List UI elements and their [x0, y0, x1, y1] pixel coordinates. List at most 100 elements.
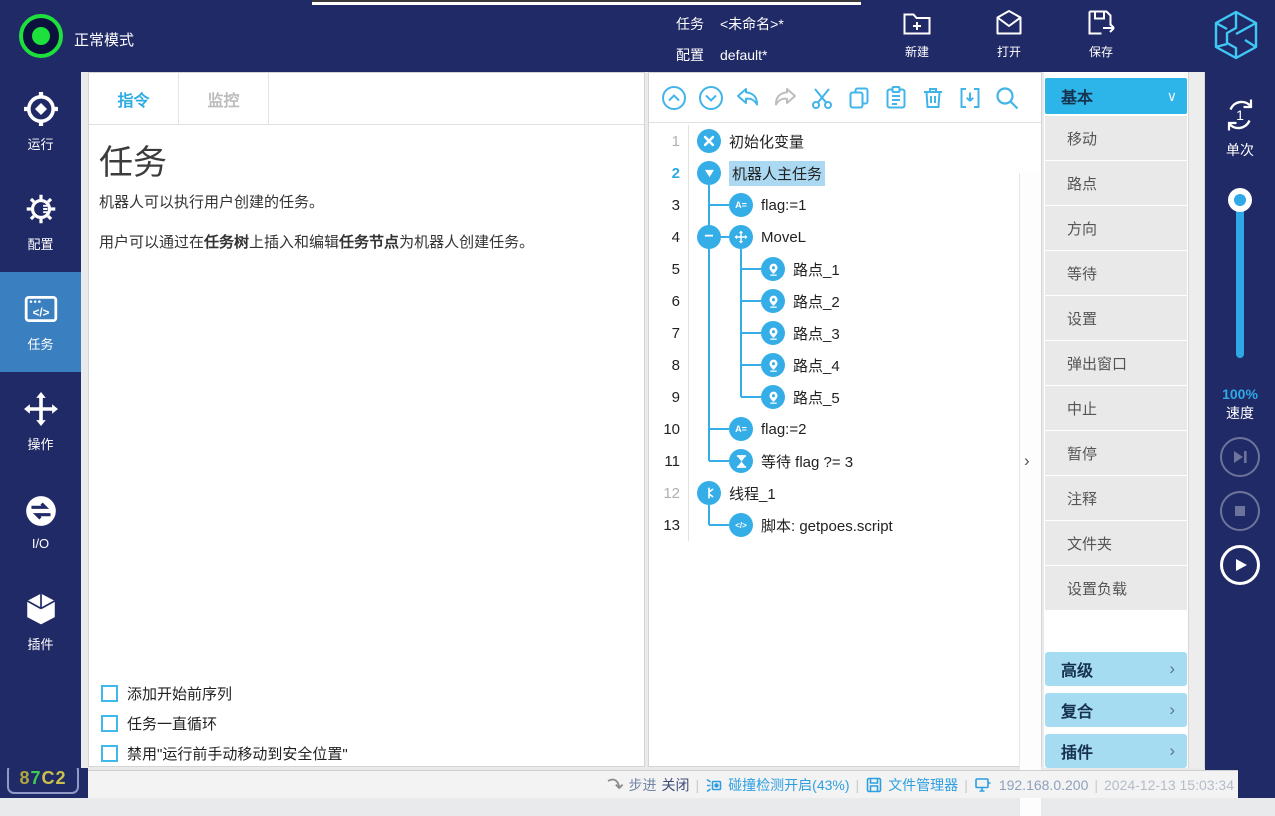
- command-items: 移动 路点 方向 等待 设置 弹出窗口 中止 暂停 注释 文件夹 设置负载: [1044, 115, 1188, 610]
- command-item[interactable]: 暂停: [1045, 431, 1187, 475]
- tree-node-row[interactable]: 2 机器人主任务: [649, 157, 1041, 189]
- checkbox-row: 任务一直循环: [101, 708, 348, 738]
- copy-icon[interactable]: [846, 85, 872, 111]
- tree-node-row[interactable]: 12 线程_1: [649, 477, 1041, 509]
- undo-icon[interactable]: [735, 85, 761, 111]
- line-number: 2: [649, 157, 689, 189]
- chevron-right-icon[interactable]: ›: [1024, 451, 1030, 471]
- command-item[interactable]: 中止: [1045, 386, 1187, 430]
- command-group-button[interactable]: 复合 ›: [1045, 693, 1187, 727]
- tree-connector: [740, 249, 742, 397]
- sidebar-item[interactable]: </> 任务: [0, 272, 81, 372]
- top-bar: 正常模式 任务 <未命名>* 配置 default* 新建 打开 保存: [0, 0, 1275, 72]
- task-file-label: 任务: [676, 14, 720, 34]
- delete-icon[interactable]: [920, 85, 946, 111]
- tree-node-row[interactable]: 1 初始化变量: [649, 125, 1041, 157]
- chevron-right-icon: ›: [1169, 659, 1175, 679]
- node-label: 机器人主任务: [729, 161, 825, 186]
- tree-connector: [741, 364, 761, 366]
- tab-instruction[interactable]: 指令: [89, 73, 179, 124]
- window-artifact-strip: [312, 0, 861, 5]
- top-action-button[interactable]: 打开: [982, 8, 1036, 60]
- search-icon[interactable]: [994, 85, 1020, 111]
- io-icon: [23, 493, 59, 529]
- tree-connector: [709, 204, 729, 206]
- config-file-label: 配置: [676, 45, 720, 65]
- tree-connector: [709, 524, 729, 526]
- step-mode-icon: [606, 776, 624, 794]
- task-tree: − 1 初始化变量 2 机器人主任务: [649, 123, 1041, 766]
- command-item[interactable]: 设置负载: [1045, 566, 1187, 610]
- config-icon: [23, 191, 59, 227]
- cut-icon[interactable]: [809, 85, 835, 111]
- run-icon: [23, 91, 59, 127]
- move-icon: [729, 225, 753, 249]
- cycle-mode-label: 单次: [1205, 140, 1275, 160]
- tab-monitor[interactable]: 监控: [179, 73, 269, 124]
- top-action-button[interactable]: 保存: [1074, 8, 1128, 60]
- step-forward-button[interactable]: [1220, 437, 1260, 477]
- node-label: 线程_1: [729, 483, 776, 504]
- robot-ip: 192.168.0.200: [999, 777, 1089, 793]
- checkbox[interactable]: [101, 745, 118, 762]
- speed-slider-knob[interactable]: [1228, 188, 1252, 212]
- collision-status[interactable]: 碰撞检测开启(43%): [705, 775, 849, 795]
- description-line-2: 用户可以通过在任务树上插入和编辑任务节点为机器人创建任务。: [99, 231, 534, 252]
- line-number: 5: [649, 253, 689, 285]
- collapse-node-button[interactable]: −: [697, 225, 721, 249]
- insert-icon[interactable]: [957, 85, 983, 111]
- sidebar-item[interactable]: 插件: [0, 572, 81, 672]
- command-category-header[interactable]: 基本 ∨: [1045, 78, 1187, 114]
- tree-connector: [741, 268, 761, 270]
- node-label: flag:=2: [761, 421, 806, 438]
- speed-percent: 100%: [1205, 386, 1275, 402]
- command-item[interactable]: 文件夹: [1045, 521, 1187, 565]
- command-groups: 高级 › 复合 › 插件 ›: [1044, 645, 1188, 768]
- badge-block: 87C2: [0, 768, 88, 798]
- checkbox[interactable]: [101, 715, 118, 732]
- file-manager[interactable]: 文件管理器: [865, 775, 958, 795]
- waypoint-icon: [761, 385, 785, 409]
- command-item[interactable]: 弹出窗口: [1045, 341, 1187, 385]
- config-file-value: default*: [720, 47, 767, 63]
- sidebar-item[interactable]: 配置: [0, 172, 81, 272]
- command-group-button[interactable]: 插件 ›: [1045, 734, 1187, 768]
- node-label: flag:=1: [761, 197, 806, 214]
- script-icon: </>: [729, 513, 753, 537]
- panel-expander[interactable]: ›: [1019, 173, 1041, 816]
- line-number: 11: [649, 445, 689, 477]
- save-file-icon: [1086, 8, 1116, 38]
- chevron-right-icon: ›: [1169, 741, 1175, 761]
- checkbox[interactable]: [101, 685, 118, 702]
- command-item[interactable]: 等待: [1045, 251, 1187, 295]
- node-label: 路点_2: [793, 291, 840, 312]
- waypoint-icon: [761, 257, 785, 281]
- tab-bar: 指令 监控: [89, 73, 644, 125]
- scrollbar-track[interactable]: [1188, 72, 1205, 768]
- top-action-button[interactable]: 新建: [890, 8, 944, 60]
- thread-icon: [697, 481, 721, 505]
- line-number: 4: [649, 221, 689, 253]
- redo-icon[interactable]: [772, 85, 798, 111]
- step-mode-label[interactable]: 步进: [629, 775, 657, 795]
- line-number: 10: [649, 413, 689, 445]
- command-item[interactable]: 路点: [1045, 161, 1187, 205]
- sidebar-item[interactable]: 操作: [0, 372, 81, 472]
- paste-icon[interactable]: [883, 85, 909, 111]
- move-bottom-icon[interactable]: [698, 85, 724, 111]
- command-item[interactable]: 设置: [1045, 296, 1187, 340]
- command-item[interactable]: 注释: [1045, 476, 1187, 520]
- sidebar-item[interactable]: I/O: [0, 472, 81, 572]
- speed-slider-track[interactable]: [1236, 192, 1244, 358]
- command-group-button[interactable]: 高级 ›: [1045, 652, 1187, 686]
- line-number: 6: [649, 285, 689, 317]
- stop-button[interactable]: [1220, 491, 1260, 531]
- move-top-icon[interactable]: [661, 85, 687, 111]
- tree-connector: [741, 396, 761, 398]
- command-item[interactable]: 移动: [1045, 116, 1187, 160]
- command-item[interactable]: 方向: [1045, 206, 1187, 250]
- play-button[interactable]: [1220, 545, 1260, 585]
- init-var-icon: [697, 129, 721, 153]
- sidebar-item[interactable]: 运行: [0, 72, 81, 172]
- chevron-down-icon: ∨: [1167, 88, 1177, 105]
